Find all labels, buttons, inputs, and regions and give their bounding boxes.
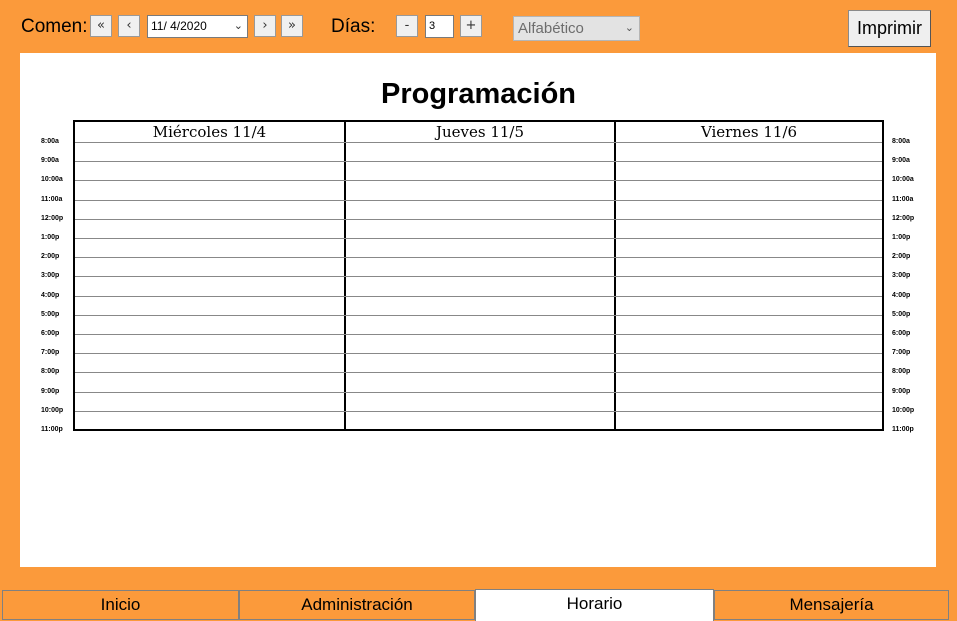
- day-column-header: Jueves 11/5: [435, 123, 525, 141]
- start-date-label: Comen:: [21, 16, 88, 37]
- sort-order-select[interactable]: Alfabético ⌄: [513, 16, 640, 41]
- time-label-right: 12:00p: [892, 214, 915, 222]
- time-label-left: 12:00p: [41, 214, 64, 222]
- time-label-left: 4:00p: [41, 291, 60, 299]
- time-label-left: 3:00p: [41, 272, 60, 280]
- time-label-left: 8:00p: [41, 368, 60, 376]
- time-slot-line: [75, 257, 882, 259]
- sort-order-value: Alfabético: [518, 20, 584, 37]
- time-label-right: 8:00a: [892, 138, 910, 145]
- time-slot-line: [75, 372, 882, 374]
- time-label-right: 10:00a: [892, 176, 914, 184]
- time-label-right: 5:00p: [892, 310, 911, 318]
- days-label: Días:: [331, 16, 376, 37]
- time-slot-line: [75, 276, 882, 278]
- time-slot-line: [75, 353, 882, 355]
- tab-horario[interactable]: Horario: [475, 589, 714, 621]
- time-label-left: 11:00p: [41, 426, 63, 433]
- start-date-picker[interactable]: 11/ 4/2020 ⌄: [147, 15, 248, 38]
- time-label-right: 9:00a: [892, 157, 910, 165]
- time-label-right: 1:00p: [892, 234, 911, 241]
- time-label-left: 10:00p: [41, 406, 64, 414]
- time-label-left: 1:00p: [41, 234, 60, 241]
- last-page-button[interactable]: »: [281, 15, 303, 37]
- tab-inicio[interactable]: Inicio: [2, 590, 239, 620]
- decrease-days-button[interactable]: -: [396, 15, 418, 37]
- time-label-left: 2:00p: [41, 253, 60, 261]
- time-slot-line: [75, 391, 882, 393]
- time-label-left: 8:00a: [41, 138, 59, 145]
- time-label-right: 7:00p: [892, 349, 911, 357]
- time-label-left: 7:00p: [41, 349, 60, 357]
- time-label-right: 11:00p: [892, 426, 914, 433]
- time-slot-line: [75, 295, 882, 297]
- previous-button[interactable]: ‹: [118, 15, 140, 37]
- increase-days-button[interactable]: +: [460, 15, 482, 37]
- tab-mensajeria[interactable]: Mensajería: [714, 590, 949, 620]
- first-page-button[interactable]: «: [90, 15, 112, 37]
- time-label-right: 11:00a: [892, 195, 914, 203]
- day-column-header: Viernes 11/6: [700, 123, 798, 141]
- time-label-right: 9:00p: [892, 387, 911, 395]
- chevron-down-icon: ⌄: [233, 20, 243, 32]
- time-label-right: 2:00p: [892, 253, 911, 261]
- days-input[interactable]: 3: [425, 15, 454, 38]
- time-slot-line: [75, 314, 882, 316]
- time-label-right: 10:00p: [892, 406, 915, 414]
- time-label-right: 4:00p: [892, 291, 911, 299]
- day-column-header: Miércoles 11/4: [152, 123, 267, 141]
- time-label-left: 11:00a: [41, 195, 63, 203]
- time-slot-line: [75, 142, 882, 143]
- print-button[interactable]: Imprimir: [848, 10, 931, 47]
- time-slot-line: [75, 161, 882, 163]
- time-slot-line: [75, 410, 882, 412]
- time-label-right: 3:00p: [892, 272, 911, 280]
- next-button[interactable]: ›: [254, 15, 276, 37]
- time-label-left: 6:00p: [41, 330, 60, 337]
- time-label-left: 10:00a: [41, 176, 63, 184]
- chevron-down-icon: ⌄: [624, 22, 634, 34]
- schedule-title: Programación: [381, 78, 576, 110]
- time-slot-line: [75, 334, 882, 335]
- time-label-left: 9:00a: [41, 157, 59, 165]
- time-slot-line: [75, 180, 882, 182]
- time-label-left: 5:00p: [41, 310, 60, 318]
- time-label-left: 9:00p: [41, 387, 60, 395]
- schedule-grid: Miércoles 11/4 Jueves 11/5 Viernes 11/6: [73, 120, 884, 431]
- time-label-right: 8:00p: [892, 368, 911, 376]
- time-slot-line: [75, 199, 882, 201]
- time-slot-line: [75, 218, 882, 220]
- time-label-right: 6:00p: [892, 330, 911, 337]
- start-date-value: 11/ 4/2020: [151, 19, 207, 33]
- time-slot-line: [75, 238, 882, 239]
- tab-administracion[interactable]: Administración: [239, 590, 475, 620]
